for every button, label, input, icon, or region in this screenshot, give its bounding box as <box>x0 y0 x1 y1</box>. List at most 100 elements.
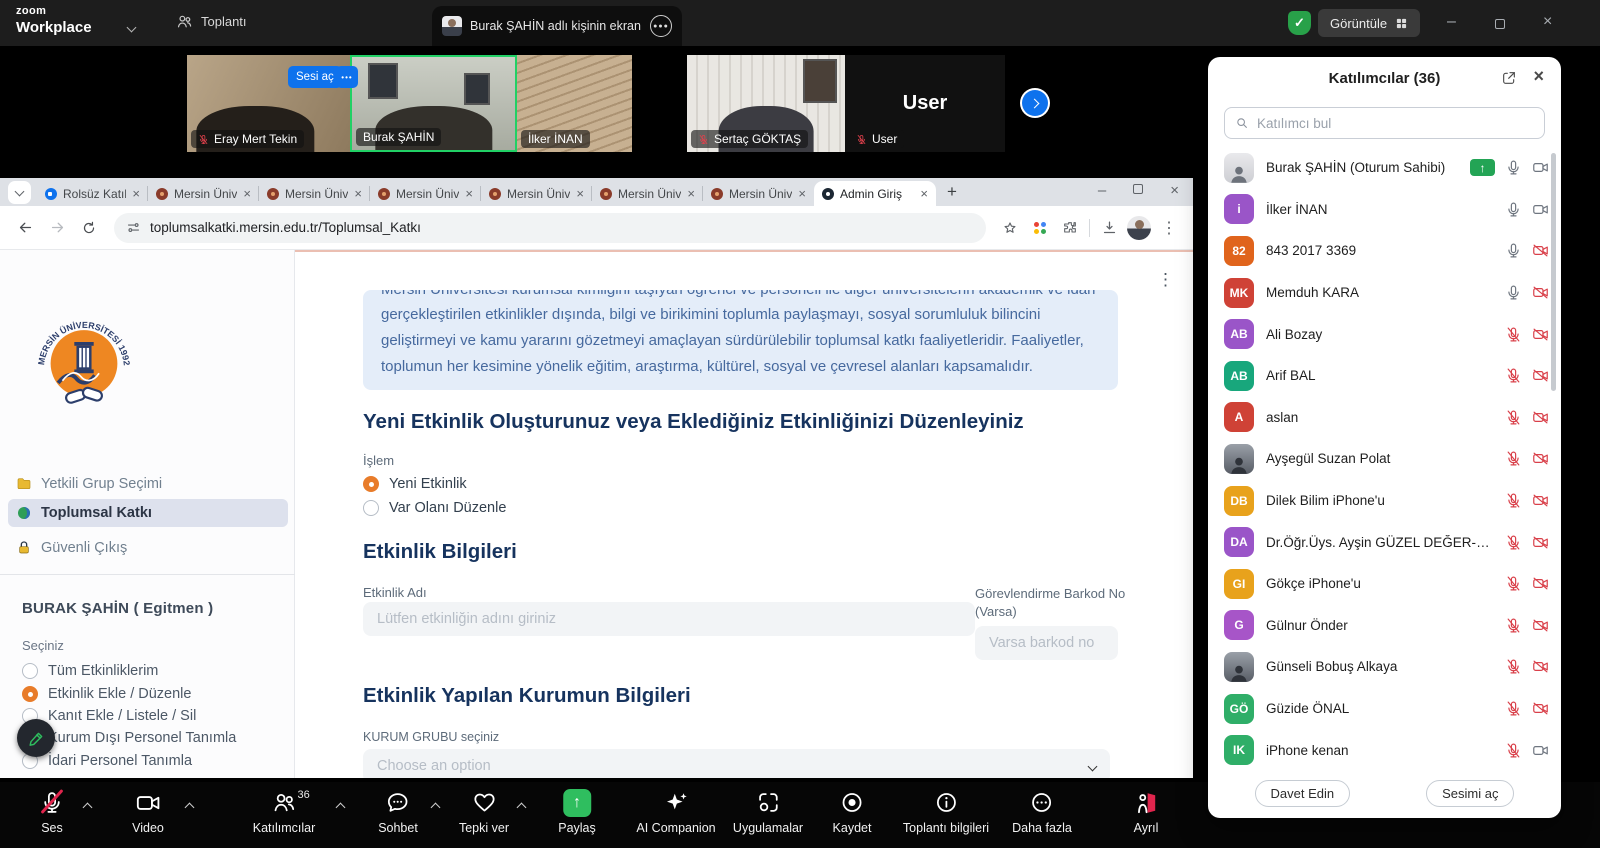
video-tile-sertac[interactable]: Sertaç GÖKTAŞ <box>687 55 845 152</box>
address-bar[interactable]: toplumsalkatki.mersin.edu.tr/Toplumsal_K… <box>114 213 986 243</box>
tab-search-button[interactable] <box>8 181 31 204</box>
tab-close-icon[interactable]: × <box>465 186 473 201</box>
camera-off-icon[interactable] <box>1532 367 1549 384</box>
mic-muted-icon[interactable] <box>1505 534 1522 551</box>
toolbar-item-kaydet[interactable]: Kaydet <box>833 789 872 835</box>
participant-row[interactable]: GÖ Güzide ÖNAL <box>1224 688 1549 730</box>
participant-row[interactable]: AB Ali Bozay <box>1224 313 1549 355</box>
toolbar-item-sohbet[interactable]: Sohbet <box>378 789 418 835</box>
camera-off-icon[interactable] <box>1532 492 1549 509</box>
invite-button[interactable]: Davet Edin <box>1255 780 1351 807</box>
tab-close-icon[interactable]: × <box>243 186 251 201</box>
toolbar-item-ses[interactable]: Ses <box>40 789 65 835</box>
mic-muted-icon[interactable] <box>1505 700 1522 717</box>
toolbar-item-video[interactable]: Video <box>132 789 164 835</box>
toolbar-item-daha-fazla[interactable]: Daha fazla <box>1012 789 1072 835</box>
browser-restore-button[interactable] <box>1133 181 1143 199</box>
new-tab-button[interactable]: + <box>940 180 964 204</box>
kurum-grubu-select[interactable]: Choose an option <box>363 749 1110 778</box>
camera-off-icon[interactable] <box>1532 534 1549 551</box>
mic-icon[interactable] <box>1505 159 1522 176</box>
camera-off-icon[interactable] <box>1532 617 1549 634</box>
mic-muted-icon[interactable] <box>1505 575 1522 592</box>
radio-var-olani-duzenle[interactable]: Var Olanı Düzenle <box>363 500 506 516</box>
sidebar-item-toplumsal-katki[interactable]: Toplumsal Katkı <box>8 499 288 527</box>
tab-meeting[interactable]: Toplantı <box>176 13 247 30</box>
annotation-pencil-button[interactable] <box>17 719 55 757</box>
participant-row[interactable]: MK Memduh KARA <box>1224 272 1549 314</box>
participant-row[interactable]: Günseli Bobuş Alkaya <box>1224 646 1549 688</box>
video-tile-burak[interactable]: Burak ŞAHİN <box>350 55 517 152</box>
download-icon[interactable] <box>1095 214 1123 242</box>
barkod-input[interactable] <box>975 626 1118 660</box>
toolbar-item-katilimcilar[interactable]: 36 Katılımcılar <box>253 789 316 835</box>
browser-tab[interactable]: Mersin Üniv× <box>148 181 259 206</box>
toolbar-item-uygulamalar[interactable]: Uygulamalar <box>733 789 803 835</box>
toolbar-item-ai-companion[interactable]: AI Companion <box>636 789 715 835</box>
mic-muted-icon[interactable] <box>1505 742 1522 759</box>
search-input[interactable] <box>1257 116 1534 131</box>
browser-tab[interactable]: Mersin Üniv× <box>370 181 481 206</box>
camera-icon[interactable] <box>1532 201 1549 218</box>
participant-row[interactable]: IK iPhone kenan <box>1224 729 1549 771</box>
reactions-menu-chevron[interactable] <box>518 798 525 816</box>
browser-profile-avatar[interactable] <box>1125 214 1153 242</box>
camera-off-icon[interactable] <box>1532 284 1549 301</box>
extension-colored-icon[interactable] <box>1026 214 1054 242</box>
unmute-self-button[interactable]: Sesimi aç <box>1426 780 1514 807</box>
ses-menu-chevron[interactable] <box>84 798 91 816</box>
participant-row[interactable]: AB Arif BAL <box>1224 355 1549 397</box>
participant-row[interactable]: Burak ŞAHİN (Oturum Sahibi) ↑ <box>1224 147 1549 189</box>
tab-screen-share[interactable]: Burak ŞAHİN adlı kişinin ekranı ●●● <box>432 6 682 46</box>
mic-muted-icon[interactable] <box>1505 326 1522 343</box>
panel-scrollbar[interactable] <box>1551 153 1556 391</box>
tab-close-icon[interactable]: × <box>920 186 928 201</box>
camera-off-icon[interactable] <box>1532 700 1549 717</box>
toolbar-item-paylas[interactable]: ↑ Paylaş <box>558 789 596 835</box>
reload-button[interactable] <box>74 213 104 243</box>
video-tile-user[interactable]: User User <box>845 55 1005 152</box>
participant-row[interactable]: DA Dr.Öğr.Üys. Ayşin GÜZEL DEĞER-MEÜ… <box>1224 521 1549 563</box>
camera-off-icon[interactable] <box>1532 450 1549 467</box>
toolbar-item-toplanti-bilgileri[interactable]: Toplantı bilgileri <box>903 789 989 835</box>
browser-tab[interactable]: Mersin Üniv× <box>703 181 814 206</box>
tab-close-icon[interactable]: × <box>132 186 140 201</box>
close-icon[interactable]: × <box>1533 66 1544 87</box>
tab-close-icon[interactable]: × <box>798 186 806 201</box>
popout-icon[interactable] <box>1501 70 1517 86</box>
browser-menu-kebab-icon[interactable]: ⋮ <box>1155 214 1183 242</box>
participant-row[interactable]: i İlker İNAN <box>1224 189 1549 231</box>
mic-muted-icon[interactable] <box>1505 617 1522 634</box>
mic-icon[interactable] <box>1505 242 1522 259</box>
radio-kanit-ekle[interactable]: Kanıt Ekle / Listele / Sil <box>22 708 196 724</box>
extensions-puzzle-icon[interactable] <box>1056 214 1084 242</box>
sidebar-item-yetkili-grup[interactable]: Yetkili Grup Seçimi <box>8 470 288 498</box>
site-info-icon[interactable] <box>126 220 141 235</box>
security-shield-icon[interactable]: ✓ <box>1288 11 1311 35</box>
view-button[interactable]: Görüntüle <box>1318 9 1420 37</box>
browser-tab[interactable]: Rolsüz Katılı× <box>37 181 148 206</box>
camera-off-icon[interactable] <box>1532 242 1549 259</box>
tile-more-button[interactable]: ••• <box>336 66 358 88</box>
camera-off-icon[interactable] <box>1532 326 1549 343</box>
content-kebab-icon[interactable]: ⋮ <box>1157 270 1174 290</box>
etkinlik-adi-input[interactable] <box>363 602 975 636</box>
participant-row[interactable]: Ayşegül Suzan Polat <box>1224 438 1549 480</box>
mic-icon[interactable] <box>1505 201 1522 218</box>
participant-row[interactable]: A aslan <box>1224 397 1549 439</box>
mic-muted-icon[interactable] <box>1505 367 1522 384</box>
window-restore-button[interactable] <box>1495 17 1505 33</box>
workspace-chevron-down-icon[interactable] <box>128 18 135 36</box>
radio-yeni-etkinlik[interactable]: Yeni Etkinlik <box>363 476 467 492</box>
video-menu-chevron[interactable] <box>186 798 193 816</box>
sidebar-item-guvenli-cikis[interactable]: Güvenli Çıkış <box>8 534 288 562</box>
browser-minimize-button[interactable]: – <box>1098 182 1106 199</box>
chat-menu-chevron[interactable] <box>432 798 439 816</box>
camera-off-icon[interactable] <box>1532 575 1549 592</box>
toolbar-item-ayril[interactable]: Ayrıl <box>1133 789 1159 835</box>
forward-button[interactable] <box>42 213 72 243</box>
tab-close-icon[interactable]: × <box>354 186 362 201</box>
mic-icon[interactable] <box>1505 284 1522 301</box>
camera-off-icon[interactable] <box>1532 658 1549 675</box>
participant-row[interactable]: 82 843 2017 3369 <box>1224 230 1549 272</box>
